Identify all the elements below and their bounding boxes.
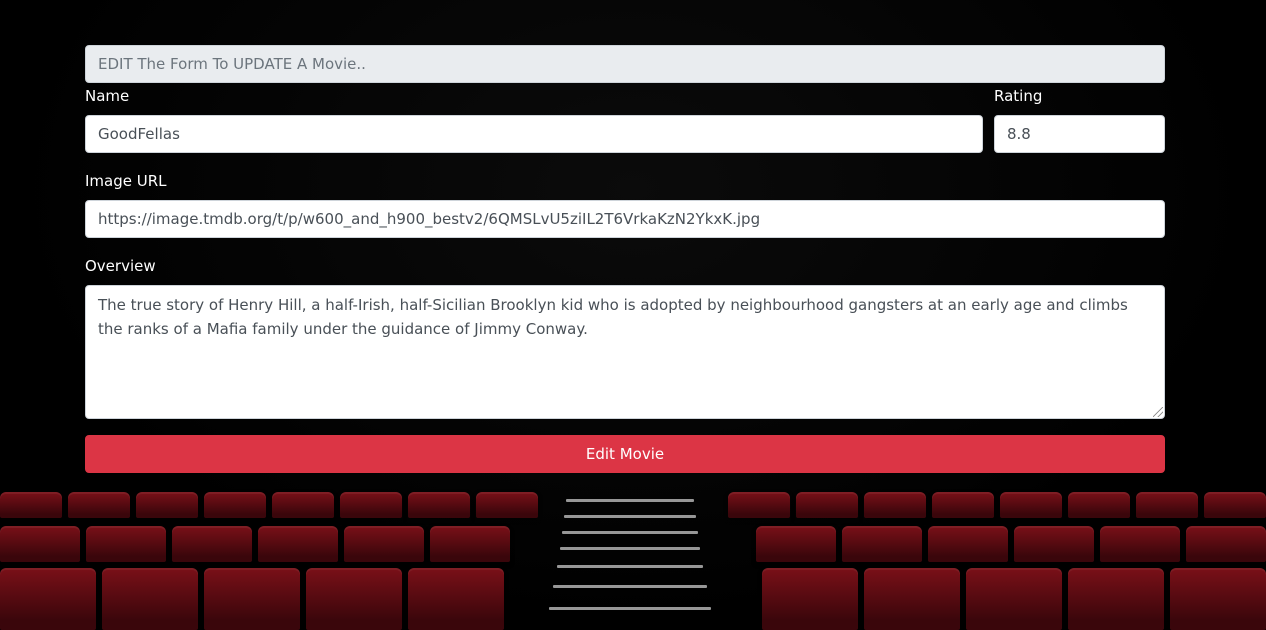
image-url-group: Image URL https://image.tmdb.org/t/p/w60…: [85, 171, 1165, 238]
edit-movie-form: EDIT The Form To UPDATE A Movie.. Name G…: [85, 45, 1165, 473]
rating-label: Rating: [994, 87, 1043, 105]
theater-stairs: [540, 490, 720, 630]
name-label: Name: [85, 87, 130, 105]
edit-movie-button[interactable]: Edit Movie: [85, 435, 1165, 473]
overview-text: The true story of Henry Hill, a half-Iri…: [98, 296, 1128, 338]
name-rating-row: Name GoodFellas Rating 8.8: [85, 86, 1165, 153]
rating-group: Rating 8.8: [994, 86, 1165, 153]
rating-input[interactable]: 8.8: [994, 115, 1165, 153]
name-input[interactable]: GoodFellas: [85, 115, 983, 153]
overview-label: Overview: [85, 257, 156, 275]
resize-handle-icon[interactable]: [1153, 407, 1163, 417]
name-group: Name GoodFellas: [85, 86, 983, 153]
image-url-label: Image URL: [85, 172, 167, 190]
image-url-input[interactable]: https://image.tmdb.org/t/p/w600_and_h900…: [85, 200, 1165, 238]
form-title-input[interactable]: EDIT The Form To UPDATE A Movie..: [85, 45, 1165, 83]
overview-group: Overview The true story of Henry Hill, a…: [85, 256, 1165, 419]
overview-textarea[interactable]: The true story of Henry Hill, a half-Iri…: [85, 285, 1165, 419]
